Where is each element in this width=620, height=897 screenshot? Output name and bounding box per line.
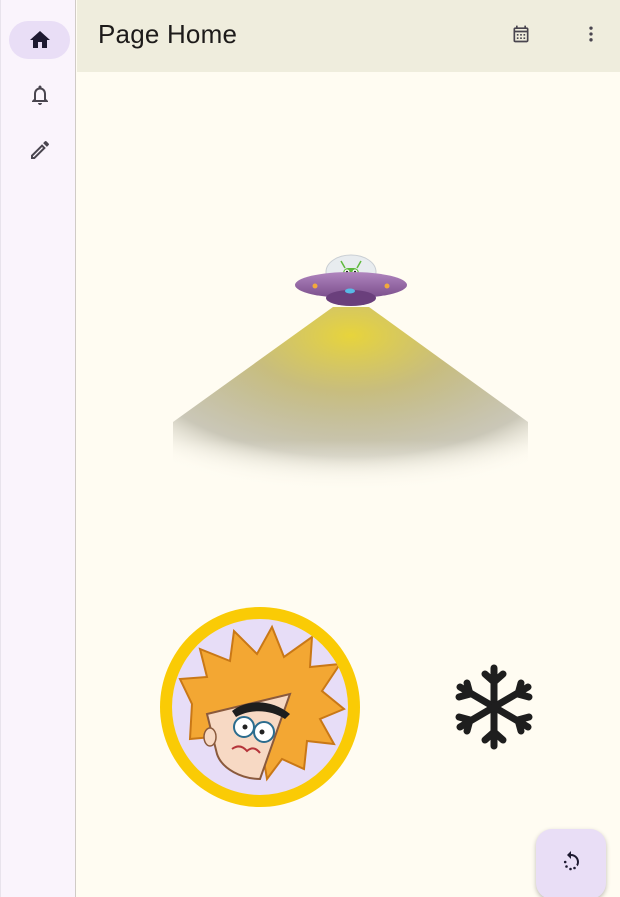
bell-icon (28, 83, 52, 107)
navigation-rail (0, 0, 76, 897)
nav-item-edit[interactable] (9, 131, 70, 169)
ufo-illustration (173, 252, 533, 497)
nav-item-notifications[interactable] (9, 76, 70, 114)
page-title: Page Home (98, 19, 238, 49)
app-bar: Page Home (77, 0, 620, 72)
cartoon-boy-avatar (172, 619, 348, 795)
nav-item-home[interactable] (9, 21, 70, 59)
calendar-icon (511, 24, 531, 49)
main-content (77, 72, 620, 897)
calendar-button[interactable] (505, 20, 537, 52)
home-icon (28, 28, 52, 52)
snowflake-icon (451, 664, 537, 750)
pencil-icon (28, 138, 52, 162)
avatar (160, 607, 360, 807)
more-vert-icon (581, 24, 601, 49)
more-options-button[interactable] (575, 20, 607, 52)
refresh-icon (559, 850, 583, 879)
refresh-button[interactable] (536, 829, 606, 897)
app-root: Page Home (0, 0, 620, 897)
